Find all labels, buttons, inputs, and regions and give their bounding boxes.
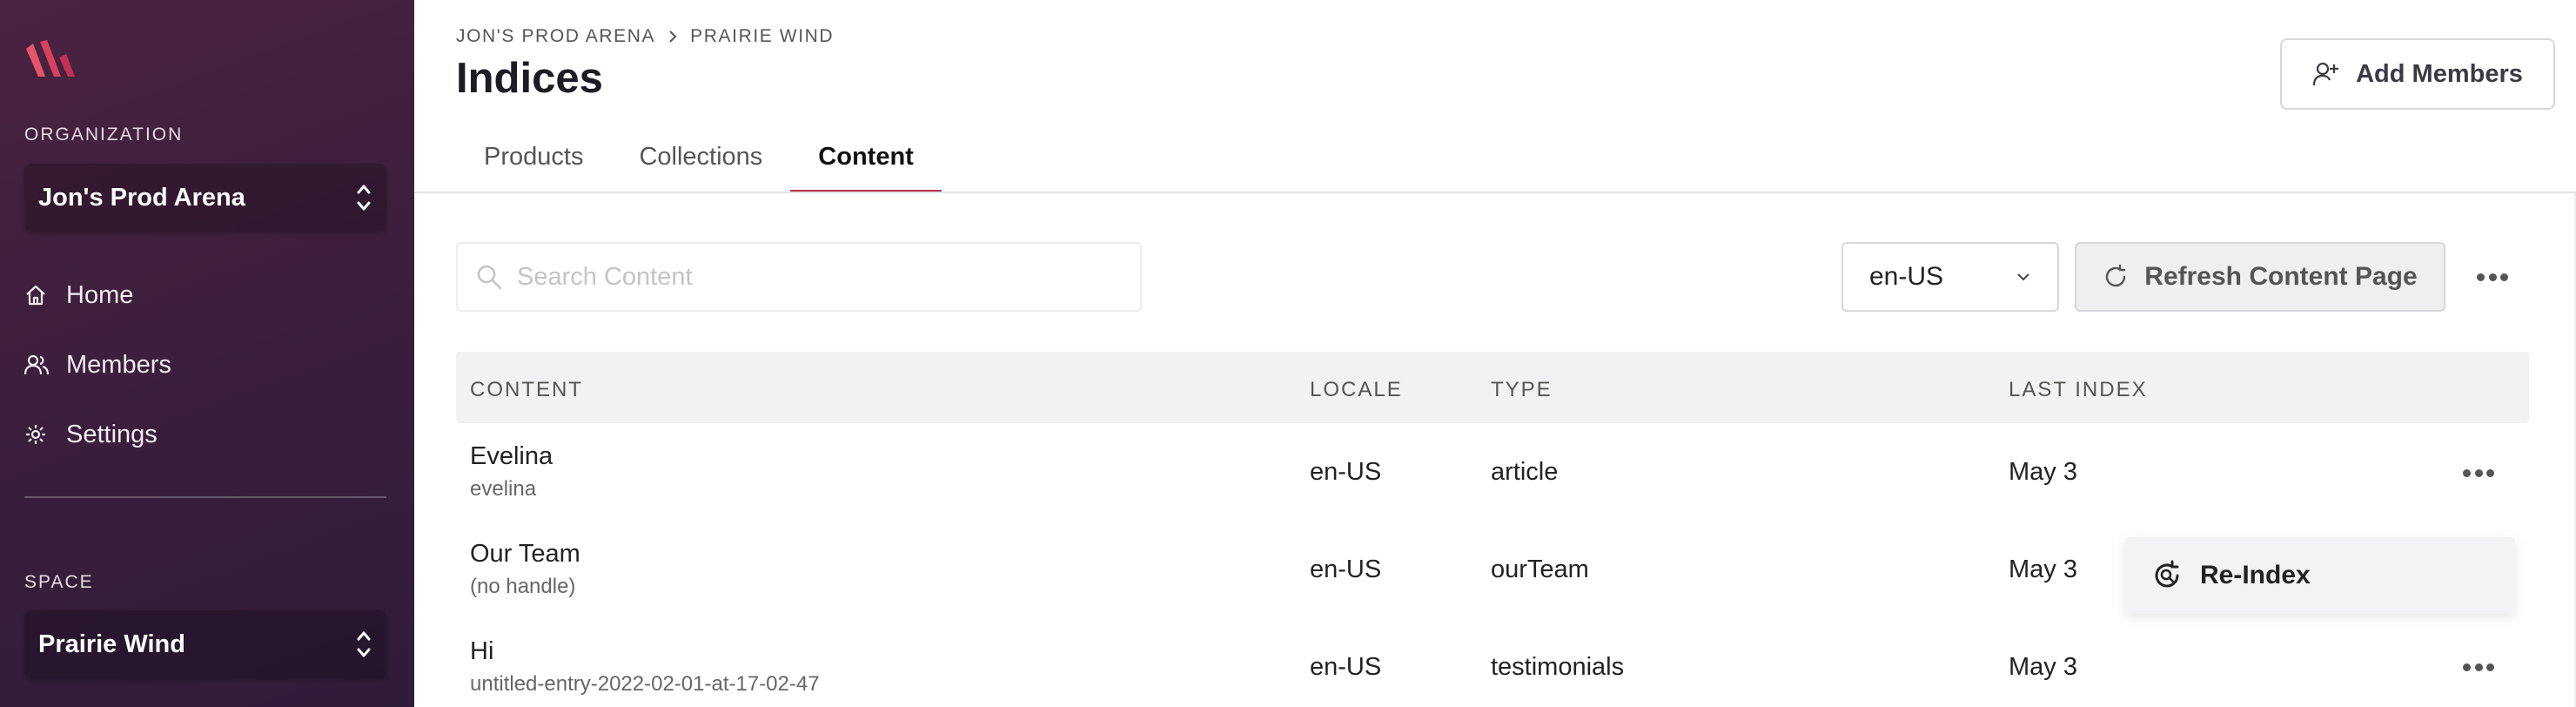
sidebar-item-members[interactable]: Members bbox=[24, 343, 171, 387]
column-header-last-index[interactable]: LAST INDEX bbox=[2009, 378, 2148, 402]
row-actions-menu[interactable]: Re-Index bbox=[2125, 537, 2515, 614]
table-header: CONTENT LOCALE TYPE LAST INDEX bbox=[456, 352, 2529, 423]
home-icon bbox=[24, 283, 49, 307]
content-type: ourTeam bbox=[1491, 556, 1589, 583]
users-icon bbox=[24, 353, 49, 377]
chevron-down-icon bbox=[2017, 273, 2029, 281]
content-name: Hi bbox=[470, 637, 494, 665]
add-members-button[interactable]: Add Members bbox=[2280, 38, 2555, 110]
row-actions-button[interactable] bbox=[2458, 654, 2499, 680]
more-options-button[interactable] bbox=[2472, 259, 2513, 294]
content-name: Our Team bbox=[470, 540, 580, 568]
refresh-icon bbox=[2106, 264, 2126, 287]
organization-selector[interactable]: Jon's Prod Arena bbox=[24, 164, 386, 232]
sidebar-divider bbox=[24, 496, 386, 498]
breadcrumb: JON'S PROD ARENA PRAIRIE WIND bbox=[456, 26, 834, 47]
space-selector[interactable]: Prairie Wind bbox=[24, 610, 386, 678]
add-user-icon bbox=[2313, 62, 2339, 86]
tab-content[interactable]: Content bbox=[790, 131, 942, 193]
sidebar-item-label: Home bbox=[66, 280, 134, 309]
content-type: article bbox=[1491, 458, 1559, 486]
content-last-index: May 3 bbox=[2009, 653, 2077, 681]
gear-icon bbox=[24, 422, 49, 447]
ellipsis-icon bbox=[2472, 264, 2513, 290]
chevron-updown-icon bbox=[357, 185, 371, 211]
breadcrumb-space[interactable]: PRAIRIE WIND bbox=[690, 26, 834, 47]
content-last-index: May 3 bbox=[2009, 556, 2077, 583]
column-header-type[interactable]: TYPE bbox=[1491, 378, 1553, 402]
table-row[interactable]: Evelina evelina en-US article May 3 bbox=[456, 423, 2529, 521]
locale-select[interactable]: en-US bbox=[1841, 242, 2059, 312]
column-header-content[interactable]: CONTENT bbox=[470, 378, 583, 402]
reindex-menu-item[interactable]: Re-Index bbox=[2200, 561, 2311, 590]
search-box[interactable] bbox=[456, 242, 1142, 312]
search-input[interactable] bbox=[517, 262, 1109, 292]
sidebar-item-home[interactable]: Home bbox=[24, 273, 133, 317]
content-name: Evelina bbox=[470, 442, 553, 470]
space-label: SPACE bbox=[24, 572, 94, 592]
search-icon bbox=[477, 265, 502, 290]
content-last-index: May 3 bbox=[2009, 458, 2077, 486]
brand-logo[interactable] bbox=[24, 38, 84, 80]
page-title: Indices bbox=[456, 55, 603, 102]
sidebar-item-label: Members bbox=[66, 350, 171, 379]
chevron-right-icon bbox=[669, 30, 677, 43]
content-handle: (no handle) bbox=[470, 575, 576, 598]
tab-divider bbox=[414, 192, 2576, 193]
organization-label: ORGANIZATION bbox=[24, 125, 184, 145]
content-locale: en-US bbox=[1310, 458, 1382, 486]
sidebar: ORGANIZATION Jon's Prod Arena Home Membe… bbox=[0, 0, 414, 707]
tab-products[interactable]: Products bbox=[456, 131, 611, 193]
content-handle: evelina bbox=[470, 477, 537, 501]
sidebar-item-settings[interactable]: Settings bbox=[24, 413, 158, 456]
row-actions-button[interactable] bbox=[2458, 460, 2499, 486]
reindex-icon bbox=[2155, 560, 2179, 588]
column-header-locale[interactable]: LOCALE bbox=[1310, 378, 1403, 402]
refresh-label: Refresh Content Page bbox=[2144, 262, 2418, 291]
table-row[interactable]: Hi untitled-entry-2022-02-01-at-17-02-47… bbox=[456, 618, 2529, 707]
add-members-label: Add Members bbox=[2356, 59, 2523, 88]
refresh-content-button[interactable]: Refresh Content Page bbox=[2075, 242, 2445, 312]
content-locale: en-US bbox=[1310, 653, 1382, 681]
chevron-updown-icon bbox=[357, 631, 371, 657]
sidebar-item-label: Settings bbox=[66, 420, 158, 448]
app: ORGANIZATION Jon's Prod Arena Home Membe… bbox=[0, 0, 2576, 707]
organization-name: Jon's Prod Arena bbox=[38, 183, 245, 212]
content-type: testimonials bbox=[1491, 653, 1625, 681]
breadcrumb-organization[interactable]: JON'S PROD ARENA bbox=[456, 26, 655, 47]
tab-bar: Products Collections Content bbox=[456, 131, 942, 193]
content-locale: en-US bbox=[1310, 556, 1382, 583]
space-name: Prairie Wind bbox=[38, 630, 185, 658]
content-handle: untitled-entry-2022-02-01-at-17-02-47 bbox=[470, 672, 820, 696]
tab-collections[interactable]: Collections bbox=[611, 131, 790, 193]
locale-value: en-US bbox=[1869, 262, 1944, 291]
